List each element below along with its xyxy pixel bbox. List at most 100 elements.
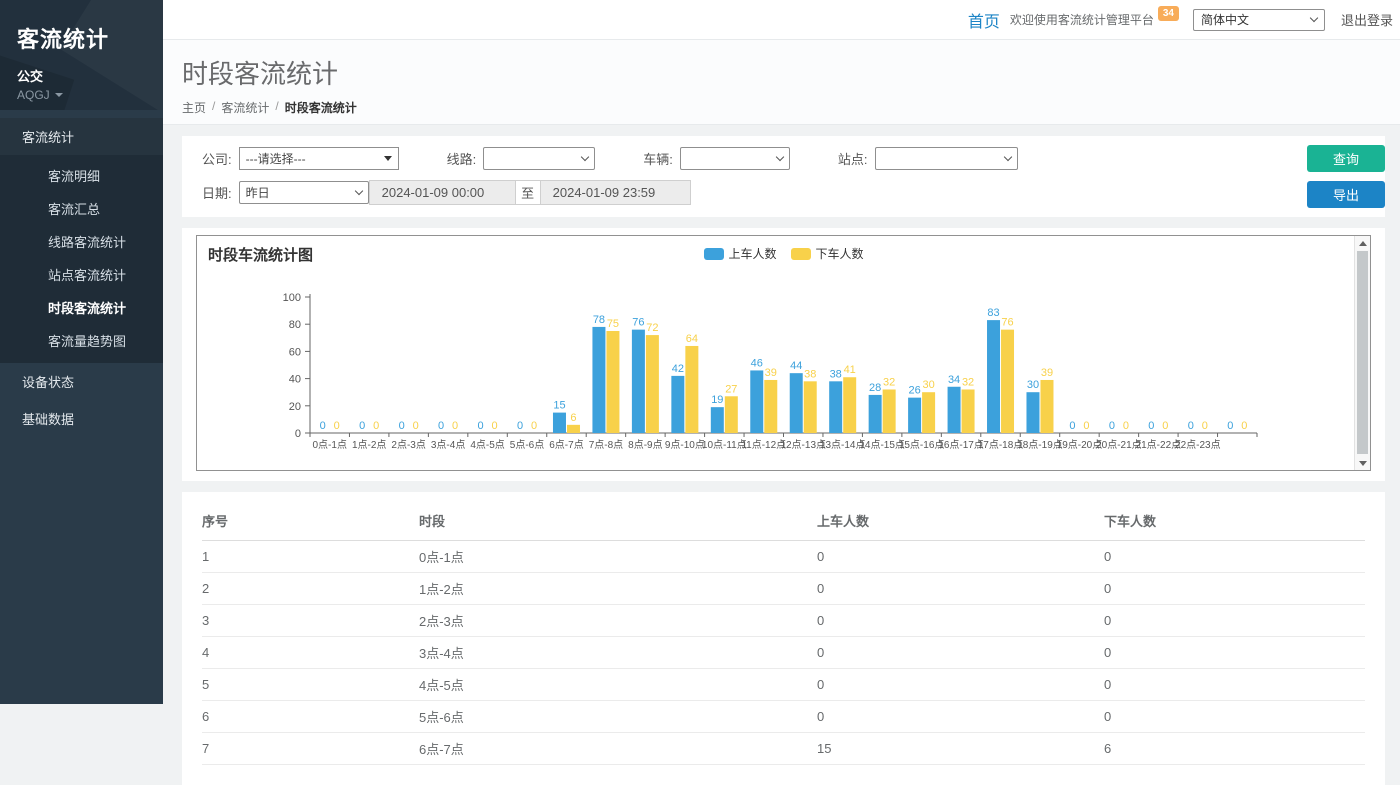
table-row: 54点-5点00 (202, 669, 1365, 701)
sidebar-item[interactable]: 基础数据 (0, 400, 163, 437)
chart-scrollbar[interactable] (1354, 236, 1370, 470)
welcome-text: 欢迎使用客流统计管理平台 (1010, 11, 1154, 28)
svg-text:9点-10点: 9点-10点 (665, 439, 705, 451)
breadcrumb-item[interactable]: 客流统计 (221, 99, 269, 116)
station-select[interactable] (875, 147, 1018, 170)
table-cell: 4 (202, 637, 419, 669)
svg-text:26: 26 (908, 385, 920, 397)
export-button[interactable]: 导出 (1307, 181, 1385, 208)
table-cell: 6 (202, 701, 419, 733)
bar-chart: 020406080100000点-1点001点-2点002点-3点003点-4点… (197, 272, 1353, 470)
table-cell: 5点-6点 (419, 701, 817, 733)
chevron-down-icon (581, 153, 589, 161)
page-heading: 时段客流统计 主页/客流统计/时段客流统计 (163, 40, 1400, 125)
date-to-input[interactable]: 2024-01-09 23:59 (541, 180, 691, 205)
svg-text:0: 0 (452, 420, 458, 432)
sidebar-item[interactable]: 设备状态 (0, 363, 163, 400)
svg-text:76: 76 (1001, 317, 1013, 329)
svg-text:0: 0 (1148, 420, 1154, 432)
sidebar-subitem[interactable]: 客流量趋势图 (0, 324, 163, 357)
svg-text:46: 46 (751, 357, 763, 369)
notification-badge: 34 (1158, 6, 1179, 21)
table-cell: 0 (1104, 669, 1365, 701)
brand: 客流统计 公交 AQGJ (0, 0, 163, 110)
table-cell: 3点-4点 (419, 637, 817, 669)
date-from-input[interactable]: 2024-01-09 00:00 (369, 180, 515, 205)
filter-panel: 公司: ---请选择--- 线路: 车辆: 站点: (182, 136, 1385, 217)
svg-text:3点-4点: 3点-4点 (431, 439, 465, 451)
date-preset-value: 昨日 (246, 184, 270, 201)
sidebar-item[interactable]: 客流统计 (0, 118, 163, 155)
legend-item[interactable]: 下车人数 (791, 245, 864, 262)
breadcrumb: 主页/客流统计/时段客流统计 (182, 99, 1385, 116)
table-header-row: 序号时段上车人数下车人数 (202, 502, 1365, 541)
svg-text:0: 0 (1083, 420, 1089, 432)
svg-text:0: 0 (478, 420, 484, 432)
date-to-separator: 至 (515, 180, 541, 205)
scrollbar-up-button[interactable] (1355, 236, 1371, 250)
chart-box: 时段车流统计图 上车人数下车人数 020406080100000点-1点001点… (196, 235, 1371, 471)
svg-text:64: 64 (686, 333, 698, 345)
table-column-header: 序号 (202, 502, 419, 541)
table-cell: 0 (1104, 541, 1365, 573)
line-label: 线路: (447, 149, 477, 168)
chevron-down-icon (55, 93, 63, 97)
scrollbar-thumb[interactable] (1357, 251, 1368, 454)
svg-text:2点-3点: 2点-3点 (391, 439, 425, 451)
date-preset-select[interactable]: 昨日 (239, 181, 369, 204)
legend-swatch (703, 248, 723, 260)
table-cell: 0 (817, 669, 1104, 701)
chevron-down-icon (776, 153, 784, 161)
svg-text:0: 0 (1162, 420, 1168, 432)
svg-text:8点-9点: 8点-9点 (628, 439, 662, 451)
table-column-header: 时段 (419, 502, 817, 541)
table-column-header: 下车人数 (1104, 502, 1365, 541)
svg-text:0: 0 (1227, 420, 1233, 432)
svg-text:15: 15 (553, 400, 565, 412)
table-cell: 0 (817, 573, 1104, 605)
home-link[interactable]: 首页 (968, 8, 1000, 32)
svg-text:40: 40 (289, 374, 301, 386)
sidebar-subitem[interactable]: 时段客流统计 (0, 291, 163, 324)
table-row: 21点-2点00 (202, 573, 1365, 605)
main-area: 首页 欢迎使用客流统计管理平台 34 简体中文 退出登录 时段客流统计 主页/客… (163, 0, 1400, 704)
line-select[interactable] (483, 147, 595, 170)
sidebar-subitem[interactable]: 客流汇总 (0, 192, 163, 225)
svg-text:0: 0 (359, 420, 365, 432)
sidebar-submenu: 客流明细客流汇总线路客流统计站点客流统计时段客流统计客流量趋势图 (0, 155, 163, 363)
table-cell: 1点-2点 (419, 573, 817, 605)
language-select[interactable]: 简体中文 (1193, 9, 1325, 31)
table-cell: 3 (202, 605, 419, 637)
sidebar-subitem[interactable]: 站点客流统计 (0, 258, 163, 291)
station-label: 站点: (838, 149, 868, 168)
svg-text:83: 83 (987, 307, 999, 319)
breadcrumb-item[interactable]: 主页 (182, 99, 206, 116)
company-value: ---请选择--- (246, 150, 306, 167)
chart-panel: 时段车流统计图 上车人数下车人数 020406080100000点-1点001点… (182, 228, 1385, 481)
query-button[interactable]: 查询 (1307, 145, 1385, 172)
table-cell: 4点-5点 (419, 669, 817, 701)
sidebar-subitem[interactable]: 客流明细 (0, 159, 163, 192)
chart-title: 时段车流统计图 (208, 244, 313, 265)
legend-item[interactable]: 上车人数 (703, 245, 776, 262)
svg-text:0: 0 (1188, 420, 1194, 432)
table-row: 76点-7点156 (202, 733, 1365, 765)
svg-text:28: 28 (869, 382, 881, 394)
sidebar-subitem[interactable]: 线路客流统计 (0, 225, 163, 258)
svg-text:60: 60 (289, 346, 301, 358)
table-cell: 0 (817, 701, 1104, 733)
table-cell: 15 (817, 733, 1104, 765)
logout-link[interactable]: 退出登录 (1341, 10, 1393, 29)
svg-text:44: 44 (790, 360, 802, 372)
svg-text:5点-6点: 5点-6点 (510, 439, 544, 451)
svg-text:0: 0 (531, 420, 537, 432)
table-cell: 2 (202, 573, 419, 605)
svg-text:100: 100 (283, 292, 301, 304)
table-cell: 7 (202, 733, 419, 765)
svg-text:0: 0 (413, 420, 419, 432)
vehicle-select[interactable] (680, 147, 790, 170)
scrollbar-down-button[interactable] (1355, 456, 1371, 470)
company-select[interactable]: ---请选择--- (239, 147, 399, 170)
breadcrumb-item: 时段客流统计 (285, 99, 357, 116)
org-code-dropdown[interactable]: AQGJ (17, 88, 163, 102)
